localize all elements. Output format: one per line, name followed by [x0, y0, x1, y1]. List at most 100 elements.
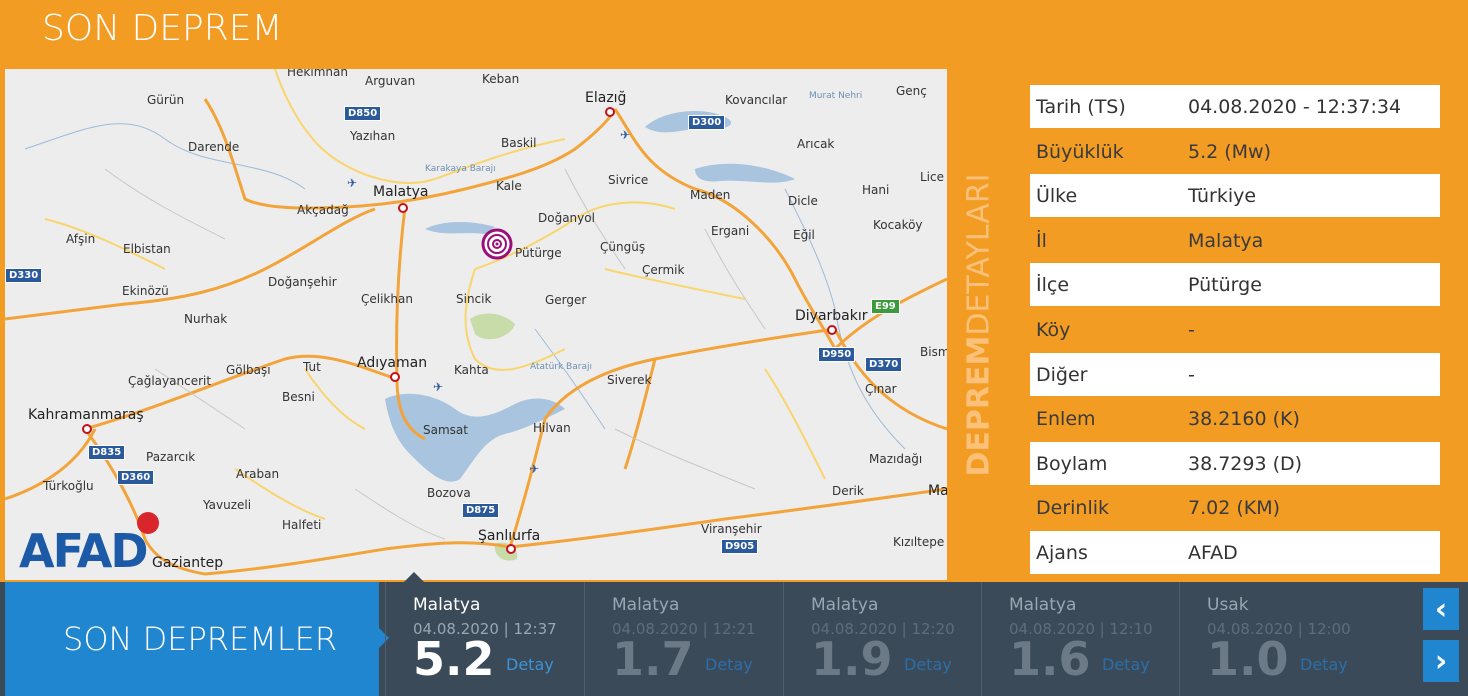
map-label-hilvan: Hilvan [533, 421, 571, 435]
quake-item[interactable]: Malatya 04.08.2020 | 12:21 1.7 Detay [584, 582, 780, 696]
quake-item[interactable]: Malatya 04.08.2020 | 12:10 1.6 Detay [981, 582, 1177, 696]
detail-row-magnitude: Büyüklük 5.2 (Mw) [1036, 140, 1272, 163]
map-label-genc: Genç [896, 84, 927, 98]
quake-item[interactable]: Usak 04.08.2020 | 12:00 1.0 Detay [1179, 582, 1375, 696]
detail-row-village: Köy - [1036, 318, 1195, 341]
detail-row-date: Tarih (TS) 04.08.2020 - 12:37:34 [1030, 85, 1440, 128]
quake-item[interactable]: Malatya 04.08.2020 | 12:20 1.9 Detay [783, 582, 979, 696]
map-label-ma: Ma [928, 483, 947, 499]
map-label-dogansehir: Doğanşehir [268, 275, 337, 289]
map-label-caglayancerit: Çağlayancerit [128, 374, 212, 388]
road-shield-d835: D835 [88, 445, 126, 460]
road-shield-d850: D850 [344, 106, 382, 121]
map-label-diyarbakir: Diyarbakır [795, 308, 868, 324]
map-label-murat-nehri: Murat Nehri [809, 91, 863, 101]
map-label-nurhak: Nurhak [184, 312, 228, 326]
map-label-hekimhan: Hekimhan [287, 69, 348, 79]
earthquake-details: Tarih (TS) 04.08.2020 - 12:37:34 Büyüklük… [1013, 69, 1455, 580]
map-label-doganyol: Doğanyol [538, 211, 595, 225]
map-label-tut: Tut [303, 360, 321, 374]
detail-row-country: Ülke Türkiye [1030, 174, 1440, 217]
detail-link[interactable]: Detay [705, 655, 753, 674]
detail-row-depth: Derinlik 7.02 (KM) [1036, 496, 1281, 519]
svg-text:✈: ✈ [620, 128, 630, 142]
earthquake-map[interactable]: ✈ ✈ ✈ ✈ Hekimhan Arguvan Keban Elazığ Kovan… [5, 69, 947, 580]
map-label-malatya: Malatya [373, 184, 429, 200]
previous-button[interactable]: ‹ [1423, 588, 1459, 630]
road-shield-e99: E99 [871, 299, 900, 314]
map-label-yavuzeli: Yavuzeli [203, 498, 252, 512]
road-shield-d370: D370 [865, 357, 903, 372]
map-label-halfeti: Halfeti [282, 518, 322, 532]
map-label-darende: Darende [188, 140, 240, 154]
map-label-akcadag: Akçadağ [297, 203, 349, 217]
map-label-araban: Araban [236, 467, 280, 481]
detail-row-latitude: Enlem 38.2160 (K) [1036, 407, 1300, 430]
road-shield-d330: D330 [5, 268, 43, 283]
map-label-aricak: Arıcak [797, 137, 835, 151]
recent-earthquakes-label: SON DEPREMLER [5, 582, 389, 696]
map-label-kocakoy: Kocaköy [873, 218, 923, 232]
detail-link[interactable]: Detay [1102, 655, 1150, 674]
detail-row-other: Diğer - [1030, 353, 1440, 396]
next-button[interactable]: › [1423, 640, 1459, 682]
map-label-gaziantep: Gaziantep [152, 555, 224, 571]
detail-row-agency: Ajans AFAD [1030, 531, 1440, 574]
road-shield-d875: D875 [462, 503, 500, 518]
map-label-sanliurfa: Şanlıurfa [478, 528, 541, 544]
map-label-cermik: Çermik [642, 263, 685, 277]
map-label-kahramanmaras: Kahramanmaraş [28, 407, 144, 423]
map-label-arguvan: Arguvan [365, 74, 416, 88]
map-label-baskil: Baskil [501, 136, 537, 150]
map-label-ataturk-baraji: Atatürk Barajı [530, 362, 592, 372]
map-label-kahta: Kahta [454, 363, 489, 377]
detail-link[interactable]: Detay [904, 655, 952, 674]
detail-row-longitude: Boylam 38.7293 (D) [1030, 442, 1440, 485]
road-shield-d950: D950 [818, 347, 856, 362]
map-label-pazarcik: Pazarcık [146, 450, 196, 464]
quake-item[interactable]: Malatya 04.08.2020 | 12:37 5.2 Detay [385, 572, 581, 696]
epicenter-marker [481, 228, 513, 260]
map-label-golbasi: Gölbaşı [226, 363, 271, 377]
svg-text:✈: ✈ [347, 176, 357, 190]
map-label-besni: Besni [282, 390, 315, 404]
map-label-maden: Maden [690, 188, 731, 202]
map-label-dicle: Dicle [788, 194, 818, 208]
map-label-puturge: Pütürge [515, 246, 562, 260]
road-shield-d360: D360 [117, 470, 155, 485]
map-label-hani: Hani [862, 183, 890, 197]
map-label-cungus: Çüngüş [600, 240, 646, 254]
header: SON DEPREM [0, 0, 1468, 68]
map-label-elbistan: Elbistan [123, 242, 171, 256]
map-label-afsin: Afşin [66, 232, 96, 246]
road-shield-d905: D905 [721, 539, 759, 554]
map-label-ekinozu: Ekinözü [122, 284, 169, 298]
chevron-left-icon: ‹ [1434, 591, 1448, 627]
flag-icon [137, 512, 159, 534]
afad-logo: AFAD [19, 512, 159, 578]
map-label-kale: Kale [496, 179, 522, 193]
map-label-lice: Lice [920, 170, 944, 184]
recent-earthquakes-bar: SON DEPREMLER Malatya 04.08.2020 | 12:37… [0, 572, 1468, 696]
map-label-karakaya: Karakaya Barajı [425, 164, 496, 174]
map-label-derik: Derik [832, 484, 864, 498]
map-label-sincik: Sincik [456, 292, 492, 306]
map-label-ergani: Ergani [711, 224, 750, 238]
map-label-kovancilar: Kovancılar [725, 93, 788, 107]
map-label-keban: Keban [482, 72, 520, 86]
map-label-yazihan: Yazıhan [350, 129, 396, 143]
svg-text:✈: ✈ [433, 380, 443, 394]
map-label-samsat: Samsat [423, 423, 468, 437]
detail-link[interactable]: Detay [1300, 655, 1348, 674]
map-label-bozova: Bozova [427, 486, 471, 500]
map-label-viransehir: Viranşehir [701, 522, 762, 536]
map-label-elazig: Elazığ [585, 90, 627, 106]
detail-row-province: İl Malatya [1036, 229, 1264, 252]
detail-link[interactable]: Detay [506, 655, 554, 674]
map-label-mazidagi: Mazıdağı [869, 452, 923, 466]
map-label-siverek: Siverek [607, 373, 652, 387]
map-label-bism: Bism [920, 345, 947, 359]
map-label-turkoglu: Türkoğlu [43, 479, 94, 493]
map-label-kiziltepe: Kızıltepe [893, 535, 945, 549]
chevron-right-icon: › [1434, 643, 1448, 679]
